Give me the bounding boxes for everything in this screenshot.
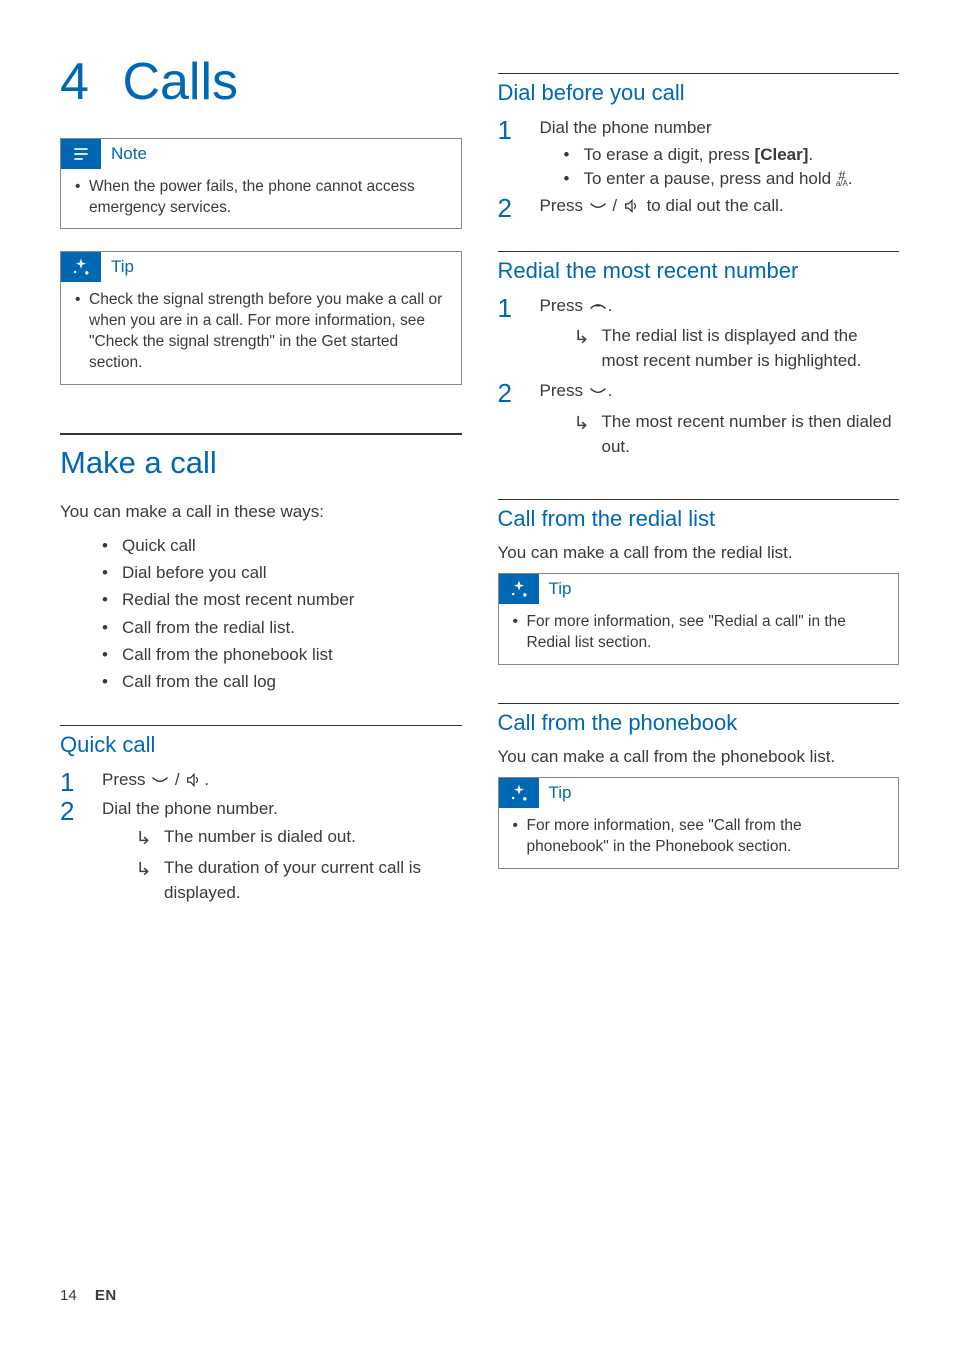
step: Dial the phone number To erase a digit, … xyxy=(498,116,900,192)
tip-label: Tip xyxy=(539,574,582,604)
note-callout: Note When the power fails, the phone can… xyxy=(60,138,462,230)
dial-before-heading: Dial before you call xyxy=(498,73,900,106)
speaker-key-icon xyxy=(622,196,642,221)
tip-icon xyxy=(499,778,539,808)
sub-item: To enter a pause, press and hold #a/A. xyxy=(584,167,900,192)
note-item: When the power fails, the phone cannot a… xyxy=(89,177,449,219)
tip-callout-head: Tip xyxy=(61,252,461,282)
quick-call-steps: Press / . Dial the phone number. The num… xyxy=(60,768,462,905)
tip-body: For more information, see "Redial a call… xyxy=(499,604,899,664)
from-phonebook-heading: Call from the phonebook xyxy=(498,703,900,736)
step: Press / . xyxy=(60,768,462,795)
redial-recent-heading: Redial the most recent number xyxy=(498,251,900,284)
list-item: Redial the most recent number xyxy=(122,586,462,613)
list-item: Call from the call log xyxy=(122,668,462,695)
list-item: Dial before you call xyxy=(122,559,462,586)
tip-icon xyxy=(61,252,101,282)
result-item: The most recent number is then dialed ou… xyxy=(574,410,900,459)
tip-icon xyxy=(499,574,539,604)
content-columns: 4 Calls Note When the power fails, the p… xyxy=(60,55,899,919)
list-item: Call from the redial list. xyxy=(122,614,462,641)
from-redial-intro: You can make a call from the redial list… xyxy=(498,542,900,565)
clear-key: [Clear] xyxy=(755,145,809,164)
tip-item: For more information, see "Redial a call… xyxy=(527,612,887,654)
page-footer: 14 EN xyxy=(60,1287,117,1304)
note-icon xyxy=(61,139,101,169)
tip-body: Check the signal strength before you mak… xyxy=(61,282,461,384)
make-a-call-list: Quick call Dial before you call Redial t… xyxy=(60,532,462,695)
tip-callout-head: Tip xyxy=(499,574,899,604)
step: Press / to dial out the call. xyxy=(498,194,900,221)
result-list: The redial list is displayed and the mos… xyxy=(540,324,900,373)
talk-key-icon xyxy=(588,381,608,406)
make-a-call-intro: You can make a call in these ways: xyxy=(60,501,462,524)
from-redial-heading: Call from the redial list xyxy=(498,499,900,532)
tip-callout-head: Tip xyxy=(499,778,899,808)
talk-key-icon xyxy=(150,770,170,795)
tip-item: For more information, see "Call from the… xyxy=(527,816,887,858)
page: 4 Calls Note When the power fails, the p… xyxy=(0,0,954,1350)
note-body: When the power fails, the phone cannot a… xyxy=(61,169,461,229)
tip-label: Tip xyxy=(101,252,144,282)
step-text: / xyxy=(170,770,184,789)
chapter-name: Calls xyxy=(122,53,238,111)
result-list: The number is dialed out. The duration o… xyxy=(102,825,462,905)
sub-item: To erase a digit, press [Clear]. xyxy=(584,143,900,168)
note-callout-head: Note xyxy=(61,139,461,169)
tip-callout-2: Tip For more information, see "Redial a … xyxy=(498,573,900,665)
result-list: The most recent number is then dialed ou… xyxy=(540,410,900,459)
dial-before-steps: Dial the phone number To erase a digit, … xyxy=(498,116,900,221)
redial-key-icon xyxy=(588,296,608,321)
note-label: Note xyxy=(101,139,157,169)
page-language: EN xyxy=(95,1287,117,1304)
tip-label: Tip xyxy=(539,778,582,808)
quick-call-heading: Quick call xyxy=(60,725,462,758)
result-item: The number is dialed out. xyxy=(136,825,462,850)
step-text: Dial the phone number. xyxy=(102,799,278,818)
result-item: The duration of your current call is dis… xyxy=(136,856,462,905)
result-item: The redial list is displayed and the mos… xyxy=(574,324,900,373)
step: Press . The redial list is displayed and… xyxy=(498,294,900,374)
step: Dial the phone number. The number is dia… xyxy=(60,797,462,906)
list-item: Quick call xyxy=(122,532,462,559)
speaker-key-icon xyxy=(184,770,204,795)
talk-key-icon xyxy=(588,196,608,221)
tip-item: Check the signal strength before you mak… xyxy=(89,290,449,374)
step-text: Press xyxy=(102,770,150,789)
sub-list: To erase a digit, press [Clear]. To ente… xyxy=(540,143,900,192)
tip-callout-3: Tip For more information, see "Call from… xyxy=(498,777,900,869)
step-text: Press xyxy=(540,196,588,215)
step-text: Dial the phone number xyxy=(540,118,712,137)
from-phonebook-intro: You can make a call from the phonebook l… xyxy=(498,746,900,769)
tip-callout-1: Tip Check the signal strength before you… xyxy=(60,251,462,385)
list-item: Call from the phonebook list xyxy=(122,641,462,668)
right-column: Dial before you call Dial the phone numb… xyxy=(498,55,900,919)
make-a-call-heading: Make a call xyxy=(60,433,462,481)
redial-recent-steps: Press . The redial list is displayed and… xyxy=(498,294,900,460)
hash-key-icon: #a/A xyxy=(836,171,848,188)
left-column: 4 Calls Note When the power fails, the p… xyxy=(60,55,462,919)
step: Press . The most recent number is then d… xyxy=(498,379,900,459)
step-text: . xyxy=(204,770,209,789)
tip-body: For more information, see "Call from the… xyxy=(499,808,899,868)
chapter-title: 4 Calls xyxy=(60,55,462,110)
chapter-number: 4 xyxy=(60,55,108,110)
page-number: 14 xyxy=(60,1287,77,1304)
